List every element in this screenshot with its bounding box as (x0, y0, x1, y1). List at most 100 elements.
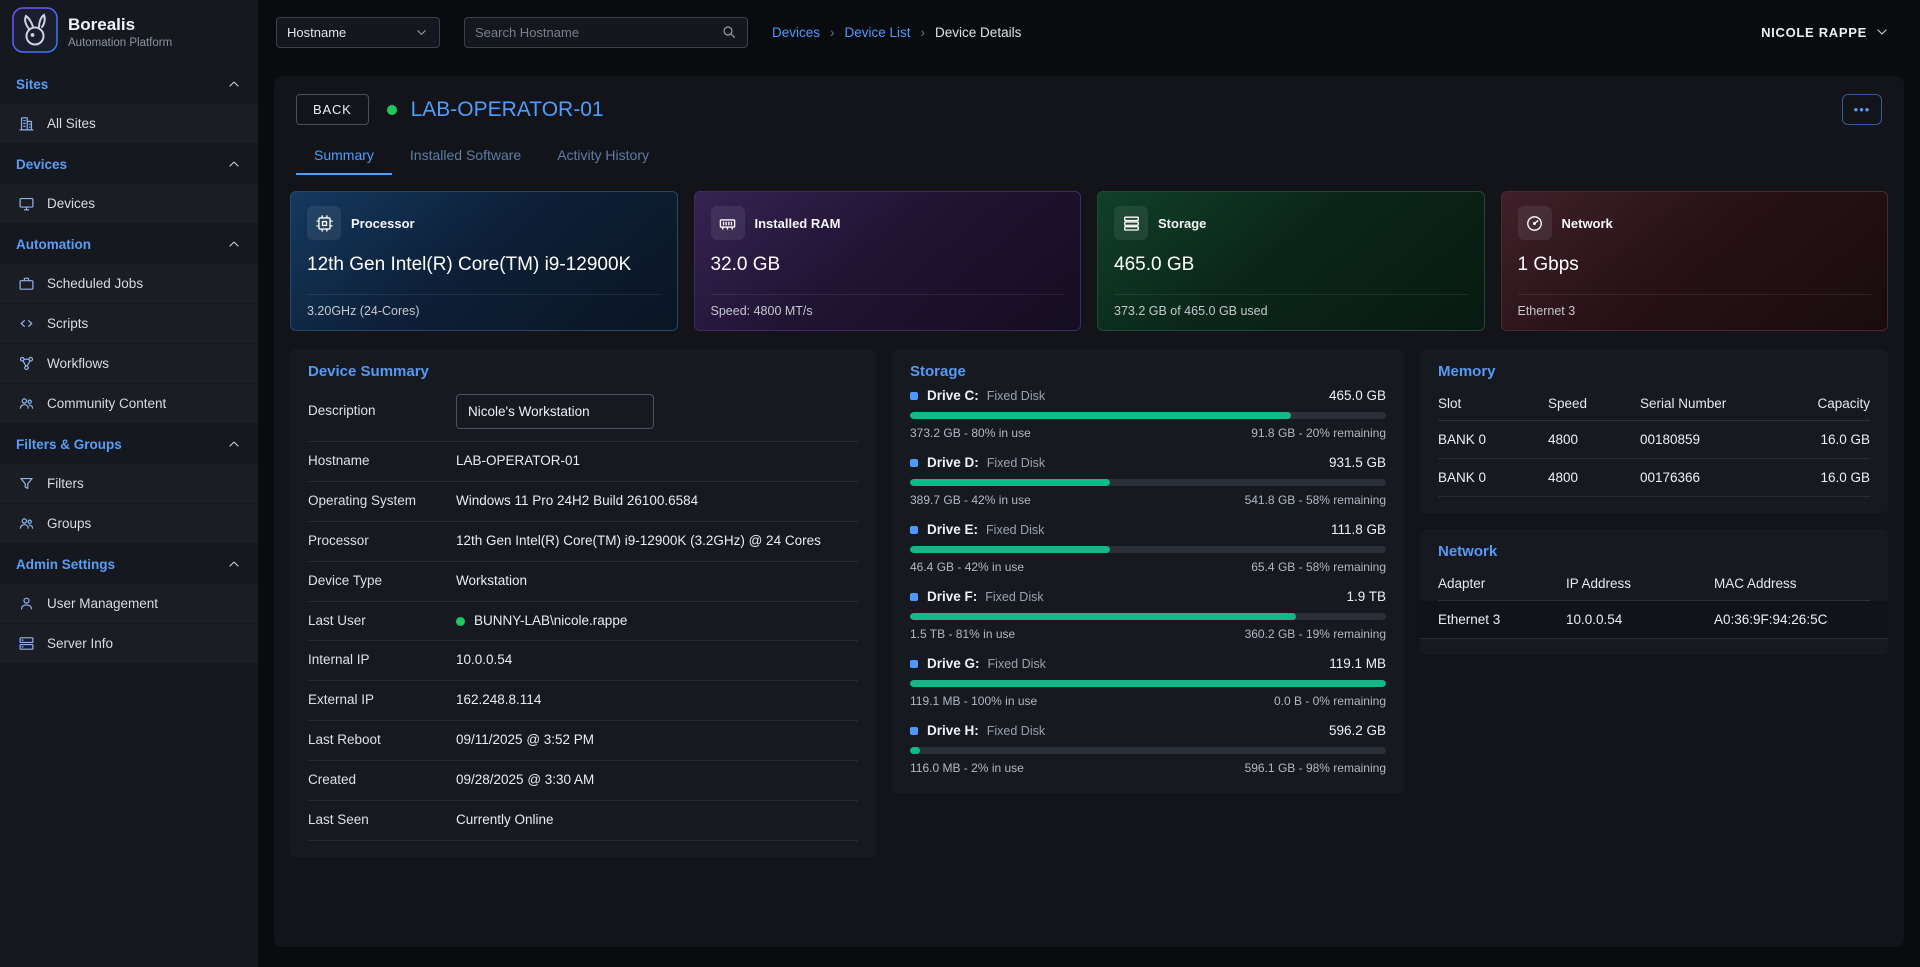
brand: Borealis Automation Platform (0, 0, 258, 64)
storage-panel: Storage Drive C: Fixed Disk 465.0 GB 373… (892, 349, 1404, 793)
sidebar-item-label: Workflows (47, 356, 109, 371)
tab-installed-software[interactable]: Installed Software (392, 137, 539, 175)
sidebar-item-label: Server Info (47, 636, 113, 651)
section-label: Admin Settings (16, 557, 115, 572)
section-label: Sites (16, 77, 48, 92)
more-options-button[interactable]: ••• (1842, 94, 1882, 125)
sidebar-item-groups[interactable]: Groups (0, 504, 258, 544)
sidebar-item-label: Scripts (47, 316, 88, 331)
drive-name: Drive G: (927, 656, 980, 671)
drive-remaining: 91.8 GB - 20% remaining (1251, 426, 1386, 440)
brand-text: Borealis Automation Platform (68, 15, 172, 49)
storage-title: Storage (910, 363, 1386, 380)
drive-size: 931.5 GB (1329, 455, 1386, 470)
drive-remaining: 541.8 GB - 58% remaining (1245, 493, 1386, 507)
memory-serial: 00176366 (1640, 470, 1780, 485)
drive-usage-bar (910, 613, 1386, 620)
drive-icon (910, 526, 918, 534)
tab-summary[interactable]: Summary (296, 137, 392, 175)
device-summary-title: Device Summary (308, 363, 858, 380)
sidebar-item-scheduled-jobs[interactable]: Scheduled Jobs (0, 264, 258, 304)
row-label: Last User (308, 612, 456, 631)
memory-speed: 4800 (1548, 470, 1640, 485)
drive-row-f: Drive F: Fixed Disk 1.9 TB 1.5 TB - 81% … (910, 589, 1386, 641)
summary-row-hostname: Hostname LAB-OPERATOR-01 (308, 442, 858, 482)
sidebar-item-user-management[interactable]: User Management (0, 584, 258, 624)
drive-usage-fill (910, 680, 1386, 687)
row-value: Currently Online (456, 811, 554, 830)
drive-icon (910, 593, 918, 601)
search-icon[interactable] (721, 24, 737, 40)
server-icon (18, 635, 35, 652)
sidebar-section-devices[interactable]: Devices (0, 144, 258, 184)
breadcrumb-device-details: Device Details (935, 25, 1021, 40)
summary-row-last-reboot: Last Reboot 09/11/2025 @ 3:52 PM (308, 721, 858, 761)
summary-row-internal-ip: Internal IP 10.0.0.54 (308, 641, 858, 681)
user-menu[interactable]: NICOLE RAPPE (1761, 24, 1890, 40)
summary-row-created: Created 09/28/2025 @ 3:30 AM (308, 761, 858, 801)
search-input[interactable] (475, 25, 713, 40)
memory-slot: BANK 0 (1438, 470, 1548, 485)
online-status-dot (387, 105, 397, 115)
sidebar-section-automation[interactable]: Automation (0, 224, 258, 264)
row-label: Device Type (308, 572, 456, 591)
sidebar-section-sites[interactable]: Sites (0, 64, 258, 104)
drive-usage-bar (910, 680, 1386, 687)
brand-subtitle: Automation Platform (68, 37, 172, 49)
tab-activity-history[interactable]: Activity History (539, 137, 667, 175)
breadcrumb-devices[interactable]: Devices (772, 25, 820, 40)
card-value: 12th Gen Intel(R) Core(TM) i9-12900K (307, 254, 661, 276)
breadcrumb-device-list[interactable]: Device List (845, 25, 911, 40)
drive-size: 111.8 GB (1331, 522, 1386, 537)
drive-icon (910, 660, 918, 668)
drive-used: 373.2 GB - 80% in use (910, 426, 1031, 440)
description-input[interactable] (456, 394, 654, 429)
card-label: Network (1562, 216, 1613, 231)
detail-columns: Device Summary Description Hostname LAB-… (290, 349, 1888, 857)
sidebar-item-filters[interactable]: Filters (0, 464, 258, 504)
drive-usage-fill (910, 479, 1110, 486)
brand-name: Borealis (68, 15, 172, 35)
chevron-up-icon (226, 156, 242, 172)
sidebar-item-scripts[interactable]: Scripts (0, 304, 258, 344)
sidebar-item-community-content[interactable]: Community Content (0, 384, 258, 424)
cpu-icon (307, 206, 341, 240)
card-label: Processor (351, 216, 415, 231)
workflow-icon (18, 355, 35, 372)
sidebar-item-all-sites[interactable]: All Sites (0, 104, 258, 144)
content-area: BACK LAB-OPERATOR-01 ••• Summary Install… (258, 64, 1920, 967)
chevron-up-icon (226, 436, 242, 452)
drive-type: Fixed Disk (987, 724, 1045, 738)
people-icon (18, 515, 35, 532)
drive-name: Drive H: (927, 723, 979, 738)
section-label: Filters & Groups (16, 437, 122, 452)
sidebar-item-label: Scheduled Jobs (47, 276, 143, 291)
col-ip-address: IP Address (1566, 576, 1714, 591)
back-button[interactable]: BACK (296, 94, 369, 125)
row-label: Created (308, 771, 456, 790)
drive-usage-fill (910, 747, 920, 754)
network-table-row: Ethernet 3 10.0.0.54 A0:36:9F:94:26:5C (1420, 601, 1888, 639)
drive-remaining: 596.1 GB - 98% remaining (1245, 761, 1386, 775)
breadcrumb: Devices › Device List › Device Details (772, 25, 1021, 40)
sidebar-section-admin-settings[interactable]: Admin Settings (0, 544, 258, 584)
network-ip: 10.0.0.54 (1566, 612, 1714, 627)
network-adapter: Ethernet 3 (1438, 612, 1566, 627)
hostname-filter-select[interactable]: Hostname (276, 17, 440, 48)
drive-name: Drive C: (927, 388, 979, 403)
sidebar-item-workflows[interactable]: Workflows (0, 344, 258, 384)
section-label: Automation (16, 237, 91, 252)
memory-speed: 4800 (1548, 432, 1640, 447)
sidebar-section-filters-groups[interactable]: Filters & Groups (0, 424, 258, 464)
row-value: BUNNY-LAB\nicole.rappe (456, 612, 627, 631)
card-value: 465.0 GB (1114, 254, 1468, 276)
stat-cards: Processor 12th Gen Intel(R) Core(TM) i9-… (290, 191, 1888, 331)
summary-row-processor: Processor 12th Gen Intel(R) Core(TM) i9-… (308, 522, 858, 562)
card-footer: 373.2 GB of 465.0 GB used (1114, 294, 1468, 318)
sidebar-item-devices[interactable]: Devices (0, 184, 258, 224)
drive-row-c: Drive C: Fixed Disk 465.0 GB 373.2 GB - … (910, 388, 1386, 440)
briefcase-icon (18, 275, 35, 292)
drive-usage-fill (910, 412, 1291, 419)
row-label: Hostname (308, 452, 456, 471)
sidebar-item-server-info[interactable]: Server Info (0, 624, 258, 664)
